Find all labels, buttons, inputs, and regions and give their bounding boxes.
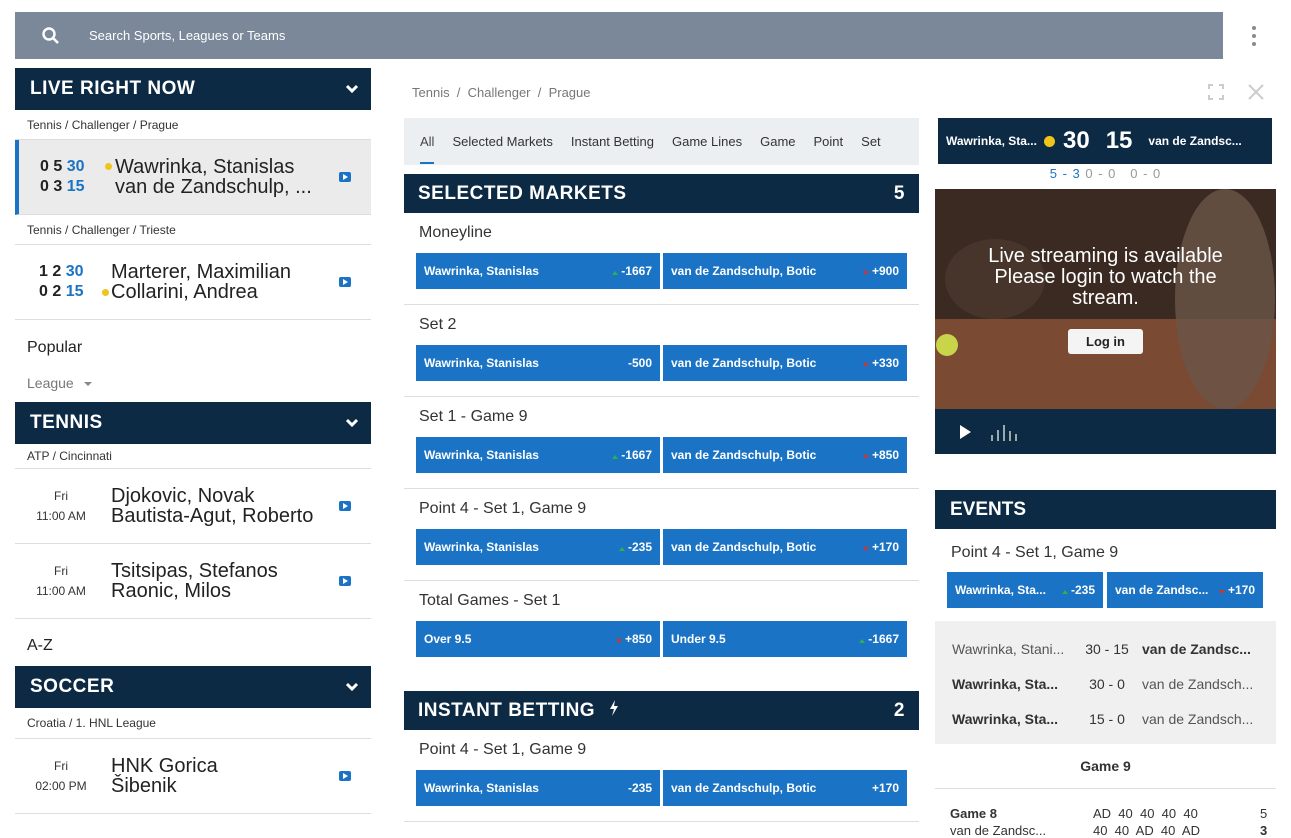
player-controls <box>935 409 1276 454</box>
play-icon[interactable] <box>959 425 971 439</box>
odds-button[interactable]: van de Zandschulp, Botic +900 <box>663 253 907 289</box>
chevron-down-icon[interactable] <box>345 682 359 692</box>
event-market-title: Point 4 - Set 1, Game 9 <box>951 544 1119 561</box>
close-icon[interactable] <box>1247 83 1265 107</box>
match-breadcrumb: Tennis / Challenger / Trieste <box>15 215 371 245</box>
odds-button[interactable]: van de Zandschulp, Botic +850 <box>663 437 907 473</box>
odds-button[interactable]: Wawrinka, Stanislas -1667 <box>416 437 660 473</box>
league-breadcrumb: Croatia / 1. HNL League <box>15 708 371 739</box>
league-dropdown[interactable]: League <box>15 357 371 402</box>
serve-indicator-icon <box>102 289 109 296</box>
player-name: Bautista-Agut, Roberto <box>111 505 314 527</box>
odds-button[interactable]: Under 9.5 -1667 <box>663 621 907 657</box>
events-header[interactable]: EVENTS <box>935 490 1276 529</box>
expand-icon[interactable] <box>1208 83 1224 106</box>
odds-button[interactable]: van de Zandschulp, Botic +170 <box>663 770 907 806</box>
stream-player[interactable]: Live streaming is available Please login … <box>935 189 1276 409</box>
breadcrumb[interactable]: Tennis / Challenger / Prague <box>412 85 591 100</box>
instant-betting-header[interactable]: INSTANT BETTING 2 <box>404 691 919 730</box>
market-point4: Point 4 - Set 1, Game 9 Wawrinka, Stanis… <box>404 489 919 581</box>
tab-instant-betting[interactable]: Instant Betting <box>571 134 654 149</box>
market-tabs: All Selected Markets Instant Betting Gam… <box>404 118 919 165</box>
set-scores: 5 - 3 0 - 0 0 - 0 <box>1049 166 1162 181</box>
odds-button[interactable]: van de Zandschulp, Botic +170 <box>663 529 907 565</box>
odds-button[interactable]: Wawrinka, Stanislas -500 <box>416 345 660 381</box>
match-score: 1 2 30 0 2 15 <box>39 263 84 300</box>
scoreboard: Wawrinka, Sta... 30 15 van de Zandsc... <box>938 118 1272 164</box>
lightning-icon <box>609 699 618 716</box>
market-set-2: Set 2 Wawrinka, Stanislas -500 van de Zan… <box>404 305 919 397</box>
serve-indicator-icon <box>1044 135 1055 147</box>
player-name: van de Zandsc... <box>1148 134 1242 148</box>
search-bar[interactable]: Search Sports, Leagues or Teams <box>15 12 1223 59</box>
tab-point[interactable]: Point <box>814 134 844 149</box>
market-set1-game9: Set 1 - Game 9 Wawrinka, Stanislas -1667 … <box>404 397 919 489</box>
player-name: Collarini, Andrea <box>111 281 258 303</box>
player-name: Wawrinka, Sta... <box>946 134 1037 148</box>
list-item: Wawrinka, Sta... 15 - 0 van de Zandsch... <box>952 711 1254 727</box>
upcoming-match-row[interactable]: Fri 02:00 PM HNK Gorica Šibenik <box>15 739 371 814</box>
point-history: Wawrinka, Stani... 30 - 15 van de Zandsc..… <box>935 621 1276 744</box>
list-item: Wawrinka, Sta... 30 - 0 van de Zandsch... <box>952 676 1254 692</box>
live-match-row[interactable]: 0 5 30 0 3 15 Wawrinka, Stanislas van de… <box>15 140 371 215</box>
live-match-row[interactable]: 1 2 30 0 2 15 Marterer, Maximilian Colla… <box>15 245 371 320</box>
login-message: Live streaming is available Please login … <box>988 245 1223 309</box>
tennis-header[interactable]: TENNIS <box>15 402 371 444</box>
search-icon[interactable] <box>41 26 61 46</box>
live-stream-icon[interactable] <box>339 576 351 586</box>
match-time: Fri 11:00 AM <box>36 489 86 523</box>
caret-down-icon <box>83 382 92 387</box>
chevron-down-icon[interactable] <box>345 84 359 94</box>
player-name: van de Zandschulp, ... <box>115 176 312 198</box>
popular-label: Popular <box>27 339 83 356</box>
live-stream-icon[interactable] <box>339 501 351 511</box>
live-header[interactable]: LIVE RIGHT NOW <box>15 68 371 110</box>
player-name: Tsitsipas, Stefanos <box>111 560 278 582</box>
live-stream-icon[interactable] <box>339 172 351 182</box>
match-time: Fri 11:00 AM <box>36 564 86 598</box>
stats-icon[interactable] <box>991 423 1017 441</box>
market-total-games: Total Games - Set 1 Over 9.5 +850 Under 9… <box>404 581 919 673</box>
search-input[interactable]: Search Sports, Leagues or Teams <box>89 28 285 43</box>
tab-game[interactable]: Game <box>760 134 795 149</box>
player-name: Djokovic, Novak <box>111 485 255 507</box>
player-name: Marterer, Maximilian <box>111 261 292 283</box>
live-stream-icon[interactable] <box>339 771 351 781</box>
az-label[interactable]: A-Z <box>15 619 371 666</box>
market-moneyline: Moneyline Wawrinka, Stanislas -1667 van d… <box>404 213 919 305</box>
team-name: HNK Gorica <box>111 755 218 777</box>
chevron-down-icon[interactable] <box>345 418 359 428</box>
match-breadcrumb: Tennis / Challenger / Prague <box>15 110 371 140</box>
upcoming-match-row[interactable]: Fri 11:00 AM Djokovic, Novak Bautista-Agut… <box>15 469 371 544</box>
tab-selected-markets[interactable]: Selected Markets <box>452 134 552 149</box>
market-instant-point4: Point 4 - Set 1, Game 9 Wawrinka, Stanis… <box>404 730 919 822</box>
match-score: 0 5 30 0 3 15 <box>40 158 85 195</box>
odds-button[interactable]: Wawrinka, Sta... -235 <box>947 572 1103 608</box>
tab-set[interactable]: Set <box>861 134 881 149</box>
player-name: Wawrinka, Stanislas <box>115 156 295 178</box>
more-menu-icon[interactable] <box>1248 26 1260 48</box>
odds-button[interactable]: Over 9.5 +850 <box>416 621 660 657</box>
serve-indicator-icon <box>105 163 112 170</box>
tab-all[interactable]: All <box>420 134 435 164</box>
player-name: Raonic, Milos <box>111 580 232 602</box>
login-button[interactable]: Log in <box>1068 329 1143 354</box>
soccer-header[interactable]: SOCCER <box>15 666 371 708</box>
upcoming-match-row[interactable]: Fri 11:00 AM Tsitsipas, Stefanos Raonic, M… <box>15 544 371 619</box>
odds-button[interactable]: Wawrinka, Stanislas -1667 <box>416 253 660 289</box>
odds-button[interactable]: van de Zandschulp, Botic +330 <box>663 345 907 381</box>
odds-button[interactable]: van de Zandsc... +170 <box>1107 572 1263 608</box>
sidebar: LIVE RIGHT NOW Tennis / Challenger / Pra… <box>15 68 371 814</box>
match-time: Fri 02:00 PM <box>35 759 87 793</box>
tab-game-lines[interactable]: Game Lines <box>672 134 742 149</box>
live-stream-icon[interactable] <box>339 277 351 287</box>
game-label: Game 9 <box>1080 758 1131 774</box>
team-name: Šibenik <box>111 775 177 797</box>
odds-button[interactable]: Wawrinka, Stanislas -235 <box>416 770 660 806</box>
selected-markets-header[interactable]: SELECTED MARKETS 5 <box>404 174 919 213</box>
list-item: Wawrinka, Stani... 30 - 15 van de Zandsc..… <box>952 641 1251 657</box>
odds-button[interactable]: Wawrinka, Stanislas -235 <box>416 529 660 565</box>
league-breadcrumb: ATP / Cincinnati <box>15 444 371 469</box>
